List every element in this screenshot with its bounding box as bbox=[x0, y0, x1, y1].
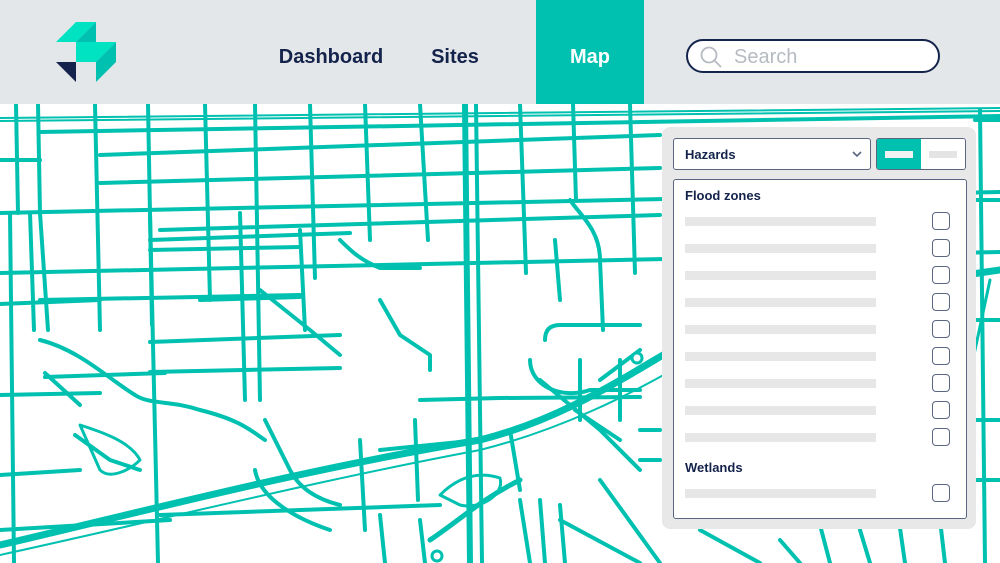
layer-label-placeholder bbox=[685, 489, 876, 498]
layer-label-placeholder bbox=[685, 325, 876, 334]
road bbox=[518, 104, 528, 275]
layer-checkbox[interactable] bbox=[932, 484, 950, 502]
layer-row bbox=[674, 239, 966, 259]
nav-sites[interactable]: Sites bbox=[424, 0, 486, 104]
layer-row bbox=[674, 320, 966, 340]
nav-map[interactable]: Map bbox=[536, 0, 644, 104]
road bbox=[14, 104, 20, 215]
view-toggle-option-1[interactable] bbox=[877, 139, 921, 169]
road bbox=[558, 503, 567, 563]
layer-label-placeholder bbox=[685, 244, 876, 253]
search-box[interactable] bbox=[686, 39, 940, 73]
road bbox=[378, 513, 387, 563]
layer-checkbox[interactable] bbox=[932, 401, 950, 419]
road bbox=[78, 423, 142, 476]
layer-row bbox=[674, 374, 966, 394]
layer-label-placeholder bbox=[685, 379, 876, 388]
view-toggle-option-2[interactable] bbox=[921, 139, 965, 169]
road bbox=[418, 518, 427, 563]
layer-list: Flood zones Wetlands bbox=[673, 179, 967, 519]
layer-label-placeholder bbox=[685, 217, 876, 226]
layer-row bbox=[674, 347, 966, 367]
group-title-wetlands: Wetlands bbox=[685, 460, 743, 475]
nav-dashboard[interactable]: Dashboard bbox=[270, 0, 392, 104]
road bbox=[148, 245, 302, 252]
road bbox=[818, 523, 832, 563]
layer-checkbox[interactable] bbox=[932, 266, 950, 284]
layer-panel: Hazards Flood zones Wetlands bbox=[662, 127, 976, 529]
layer-checkbox[interactable] bbox=[932, 428, 950, 446]
map-marker bbox=[630, 351, 644, 365]
layer-label-placeholder bbox=[685, 406, 876, 415]
layer-checkbox[interactable] bbox=[932, 293, 950, 311]
road bbox=[308, 104, 317, 280]
view-toggle[interactable] bbox=[876, 138, 966, 170]
layer-checkbox[interactable] bbox=[932, 347, 950, 365]
road bbox=[363, 104, 372, 242]
category-select[interactable]: Hazards bbox=[673, 138, 871, 170]
road bbox=[778, 538, 802, 563]
road bbox=[0, 391, 102, 397]
layer-checkbox[interactable] bbox=[932, 320, 950, 338]
layer-row bbox=[674, 212, 966, 232]
road bbox=[358, 438, 367, 532]
road bbox=[518, 498, 532, 563]
search-input[interactable] bbox=[732, 43, 926, 71]
category-select-value: Hazards bbox=[685, 147, 736, 162]
road bbox=[598, 478, 662, 563]
layer-row bbox=[674, 293, 966, 313]
road bbox=[628, 104, 637, 275]
layer-label-placeholder bbox=[685, 298, 876, 307]
road bbox=[73, 433, 142, 472]
layer-row bbox=[674, 428, 966, 448]
road bbox=[543, 323, 642, 342]
layer-checkbox[interactable] bbox=[932, 374, 950, 392]
road bbox=[378, 298, 432, 372]
toggle-option-indicator bbox=[885, 151, 913, 158]
group-title-flood-zones: Flood zones bbox=[685, 188, 761, 203]
road bbox=[298, 228, 307, 332]
layer-label-placeholder bbox=[685, 352, 876, 361]
road bbox=[553, 238, 562, 302]
layer-label-placeholder bbox=[685, 433, 876, 442]
road bbox=[538, 498, 547, 563]
road bbox=[427, 477, 523, 543]
toggle-option-indicator bbox=[929, 151, 957, 158]
road bbox=[28, 211, 36, 332]
chevron-down-icon bbox=[852, 151, 862, 158]
road bbox=[8, 211, 16, 563]
search-icon bbox=[700, 46, 722, 68]
road bbox=[93, 104, 102, 332]
logo-icon bbox=[56, 22, 116, 82]
road bbox=[698, 528, 762, 563]
map-marker bbox=[430, 549, 444, 563]
brand-logo[interactable] bbox=[56, 20, 120, 84]
road bbox=[978, 108, 987, 563]
layer-label-placeholder bbox=[685, 271, 876, 280]
road bbox=[858, 528, 872, 563]
road bbox=[558, 518, 642, 563]
layer-checkbox[interactable] bbox=[932, 239, 950, 257]
road bbox=[413, 418, 420, 502]
road bbox=[418, 395, 642, 402]
road bbox=[0, 298, 102, 306]
layer-row bbox=[674, 401, 966, 421]
layer-row bbox=[674, 266, 966, 286]
road bbox=[898, 526, 907, 563]
layer-checkbox[interactable] bbox=[932, 212, 950, 230]
layer-row bbox=[674, 484, 966, 504]
road bbox=[571, 104, 578, 202]
top-navigation-bar: Dashboard Sites Map bbox=[0, 0, 1000, 104]
road bbox=[148, 231, 352, 242]
road bbox=[258, 288, 342, 357]
road bbox=[36, 104, 42, 215]
